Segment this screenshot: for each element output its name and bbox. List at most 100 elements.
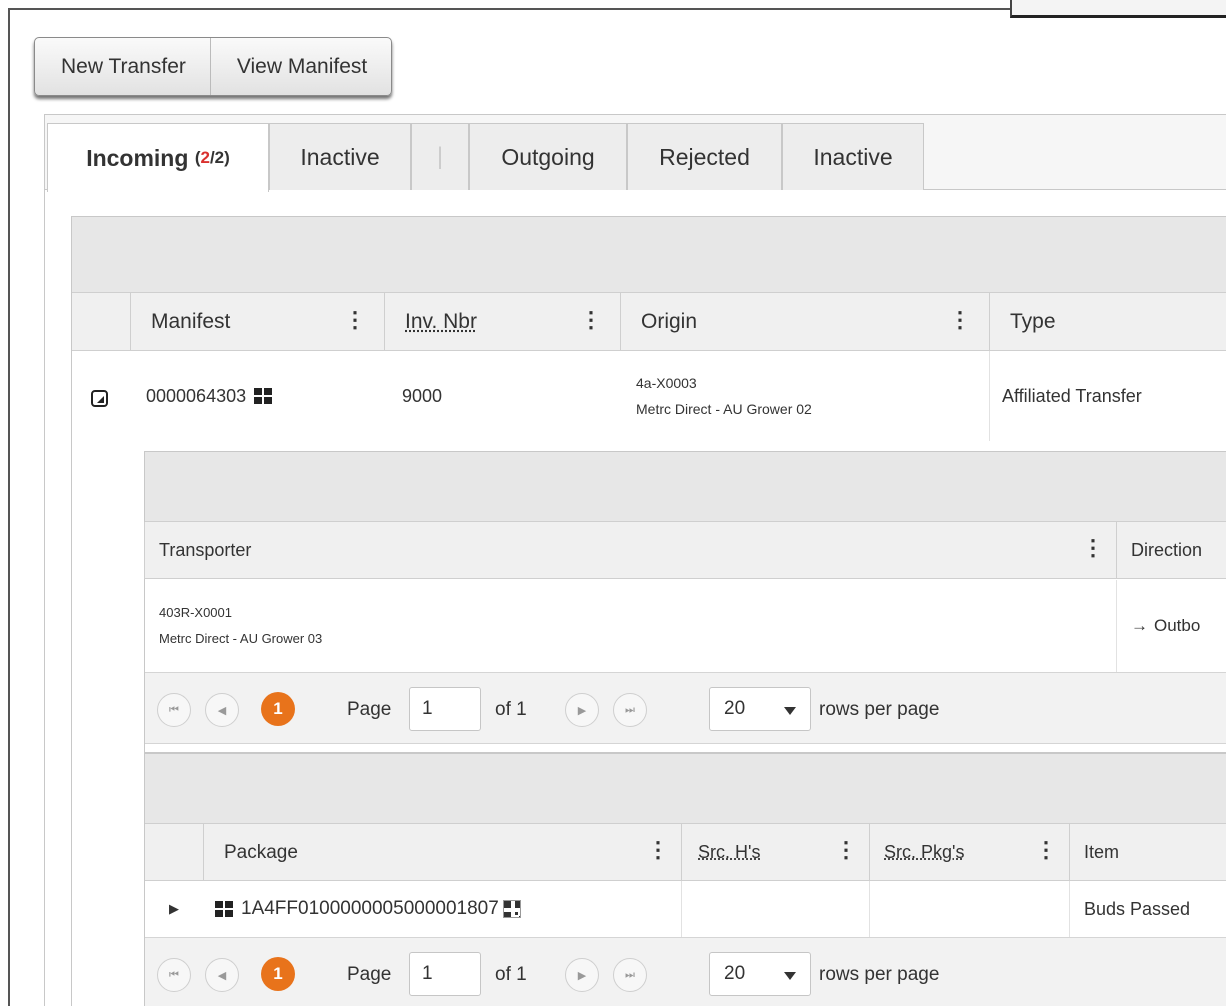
transporter-license: 403R-X0001 — [159, 605, 232, 620]
rows-per-page-value: 20 — [724, 963, 746, 984]
origin-name: Metrc Direct - AU Grower 02 — [636, 401, 812, 417]
column-menu-icon[interactable]: ⋮ — [647, 837, 669, 863]
tab-label: Inactive — [813, 143, 893, 170]
column-label: Direction — [1131, 540, 1203, 560]
tab-content: Manifest ⋮ Inv. Nbr ⋮ Origin ⋮ Type 0000… — [45, 190, 1226, 1006]
column-header-inv-nbr[interactable]: Inv. Nbr ⋮ — [384, 293, 620, 351]
rows-per-page-label: rows per page — [819, 964, 940, 985]
transfers-panel: Incoming (2/2) Inactive | Outgoing Rejec… — [44, 114, 1226, 1006]
tab-incoming[interactable]: Incoming (2/2) — [47, 123, 269, 192]
grid-icon[interactable] — [254, 388, 273, 404]
column-menu-icon[interactable]: ⋮ — [835, 837, 857, 863]
rows-per-page-value: 20 — [724, 698, 746, 719]
first-page-icon[interactable]: ⏮ — [157, 693, 191, 727]
grid-header: Package ⋮ Src. H's ⋮ Src. Pkg's ⋮ Item — [145, 824, 1226, 881]
column-header-item[interactable]: Item — [1069, 824, 1226, 881]
rows-per-page-select[interactable]: 20 — [709, 687, 811, 731]
prev-page-icon[interactable]: ◀ — [205, 958, 239, 992]
package-cell: 1A4FF0100000005000001807 — [203, 881, 681, 937]
tab-label: Rejected — [659, 143, 750, 170]
tab-outgoing-inactive[interactable]: Inactive — [782, 123, 924, 190]
page-number-input[interactable] — [409, 952, 481, 996]
tab-label: Inactive — [300, 143, 380, 170]
view-manifest-button[interactable]: View Manifest — [209, 38, 391, 95]
tab-label: Outgoing — [501, 143, 595, 170]
column-menu-icon[interactable]: ⋮ — [1035, 837, 1057, 863]
column-header-package[interactable]: Package ⋮ — [203, 824, 681, 881]
next-page-icon[interactable]: ▶ — [565, 693, 599, 727]
manifest-cell: 0000064303 — [130, 351, 384, 441]
column-label: Src. H's — [698, 842, 761, 862]
direction-value: Outbo — [1154, 616, 1201, 635]
new-transfer-button[interactable]: New Transfer — [35, 38, 210, 95]
chevron-down-icon — [784, 707, 796, 715]
first-page-icon[interactable]: ⏮ — [157, 958, 191, 992]
column-menu-icon[interactable]: ⋮ — [580, 307, 602, 333]
qr-code-icon[interactable] — [502, 900, 521, 918]
package-label: 1A4FF0100000005000001807 — [241, 898, 499, 919]
column-menu-icon[interactable]: ⋮ — [949, 307, 971, 333]
direction-cell: → Outbo — [1116, 580, 1226, 672]
column-header-origin[interactable]: Origin ⋮ — [620, 293, 989, 351]
grid-group-bar — [145, 754, 1226, 824]
column-header-type[interactable]: Type — [989, 293, 1226, 351]
column-header-direction[interactable]: Direction — [1116, 522, 1226, 579]
tab-outgoing[interactable]: Outgoing — [469, 123, 627, 190]
tab-incoming-inactive[interactable]: Inactive — [269, 123, 411, 190]
next-page-icon[interactable]: ▶ — [565, 958, 599, 992]
page-total-label: of 1 — [495, 699, 527, 720]
tab-separator-glyph: | — [436, 143, 444, 170]
column-header-manifest[interactable]: Manifest ⋮ — [130, 293, 384, 351]
triangle-right-icon[interactable]: ▶ — [145, 881, 203, 937]
rows-per-page-select[interactable]: 20 — [709, 952, 811, 996]
src-harvests-cell — [681, 881, 869, 937]
expand-collapse-icon[interactable] — [91, 390, 108, 407]
current-page-badge[interactable]: 1 — [261, 692, 295, 726]
column-label: Package — [224, 841, 298, 863]
top-right-control — [1010, 0, 1226, 18]
column-label: Origin — [641, 310, 698, 333]
column-header-src-packages[interactable]: Src. Pkg's ⋮ — [869, 824, 1069, 881]
manifest-number: 0000064303 — [146, 385, 247, 406]
prev-page-icon[interactable]: ◀ — [205, 693, 239, 727]
column-header-src-harvests[interactable]: Src. H's ⋮ — [681, 824, 869, 881]
column-header-transporter[interactable]: Transporter ⋮ — [144, 522, 1116, 579]
tab-count-total: /2) — [209, 148, 230, 167]
page-label: Page — [347, 964, 392, 985]
packages-grid: Package ⋮ Src. H's ⋮ Src. Pkg's ⋮ Item ▶… — [144, 753, 1226, 1006]
last-page-icon[interactable]: ⏭ — [613, 958, 647, 992]
page-number-input[interactable] — [409, 687, 481, 731]
transporter-grid: Transporter ⋮ Direction 403R-X0001 Metrc… — [144, 451, 1226, 753]
item-cell: Buds Passed — [1069, 881, 1226, 937]
tab-rejected[interactable]: Rejected — [627, 123, 782, 190]
arrow-right-icon: → — [1131, 616, 1148, 635]
tab-label: Incoming — [86, 144, 189, 171]
column-label: Src. Pkg's — [884, 842, 965, 862]
toolbar: New Transfer View Manifest — [34, 37, 393, 96]
last-page-icon[interactable]: ⏭ — [613, 693, 647, 727]
grid-icon[interactable] — [215, 901, 233, 917]
transporter-name: Metrc Direct - AU Grower 03 — [159, 631, 323, 646]
column-menu-icon[interactable]: ⋮ — [344, 307, 366, 333]
inv-nbr-cell: 9000 — [402, 385, 443, 406]
column-label: Type — [1010, 310, 1056, 333]
table-row[interactable]: 0000064303 9000 4a-X0003 Metrc Direct - … — [72, 351, 1226, 441]
column-label: Transporter — [159, 540, 252, 560]
column-label: Inv. Nbr — [405, 310, 477, 333]
transfers-grid: Manifest ⋮ Inv. Nbr ⋮ Origin ⋮ Type 0000… — [71, 216, 1226, 1006]
chevron-down-icon — [784, 972, 796, 980]
src-packages-cell — [869, 881, 1069, 937]
origin-cell: 4a-X0003 Metrc Direct - AU Grower 02 — [620, 351, 989, 441]
transporter-cell: 403R-X0001 Metrc Direct - AU Grower 03 — [145, 580, 1116, 672]
origin-license: 4a-X0003 — [636, 375, 697, 391]
column-label: Item — [1084, 842, 1120, 862]
tab-count-active: 2 — [200, 148, 210, 167]
column-menu-icon[interactable]: ⋮ — [1082, 535, 1104, 561]
transporter-pager: ⏮ ◀ 1 Page of 1 ▶ ⏭ 20 rows per page — [145, 672, 1226, 744]
column-label: Manifest — [151, 310, 231, 333]
current-page-badge[interactable]: 1 — [261, 957, 295, 991]
packages-pager: ⏮ ◀ 1 Page of 1 ▶ ⏭ 20 rows per page — [145, 937, 1226, 1006]
tab-separator: | — [411, 123, 469, 190]
page-label: Page — [347, 699, 392, 720]
grid-group-bar — [72, 217, 1226, 293]
